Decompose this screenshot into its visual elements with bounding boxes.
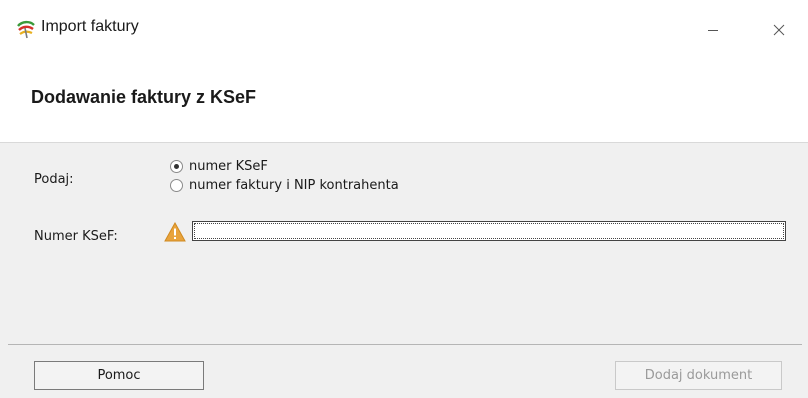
close-button[interactable]: [756, 12, 802, 48]
radio-button-checked[interactable]: [170, 159, 183, 173]
minimize-icon: [708, 30, 718, 31]
minimize-button[interactable]: [690, 12, 736, 48]
radio-button-unchecked[interactable]: [170, 178, 183, 192]
add-document-button[interactable]: Dodaj dokument: [615, 361, 782, 390]
title-bar[interactable]: Import faktury: [0, 0, 808, 60]
warning-triangle-icon: [164, 222, 186, 242]
help-button[interactable]: Pomoc: [34, 361, 204, 390]
form-area: Podaj: numer KSeF numer faktury i NIP ko…: [8, 143, 802, 344]
ksef-number-label: Numer KSeF:: [34, 229, 118, 244]
radio-option-invoice-nip[interactable]: numer faktury i NIP kontrahenta: [170, 177, 399, 193]
radio-option-ksef-number[interactable]: numer KSeF: [170, 158, 268, 174]
dialog-header: Dodawanie faktury z KSeF: [0, 60, 808, 143]
ksef-number-input[interactable]: [192, 221, 786, 241]
podaj-label: Podaj:: [34, 172, 74, 187]
radio-label-invoice-nip: numer faktury i NIP kontrahenta: [189, 177, 399, 193]
ksef-app-icon: [17, 20, 35, 39]
import-invoice-window: Import faktury Dodawanie faktury z KSeF …: [0, 0, 808, 398]
window-title: Import faktury: [41, 18, 139, 35]
close-icon: [773, 24, 785, 36]
footer-divider: [8, 344, 802, 345]
radio-label-ksef-number: numer KSeF: [189, 158, 268, 174]
page-title: Dodawanie faktury z KSeF: [31, 87, 257, 107]
